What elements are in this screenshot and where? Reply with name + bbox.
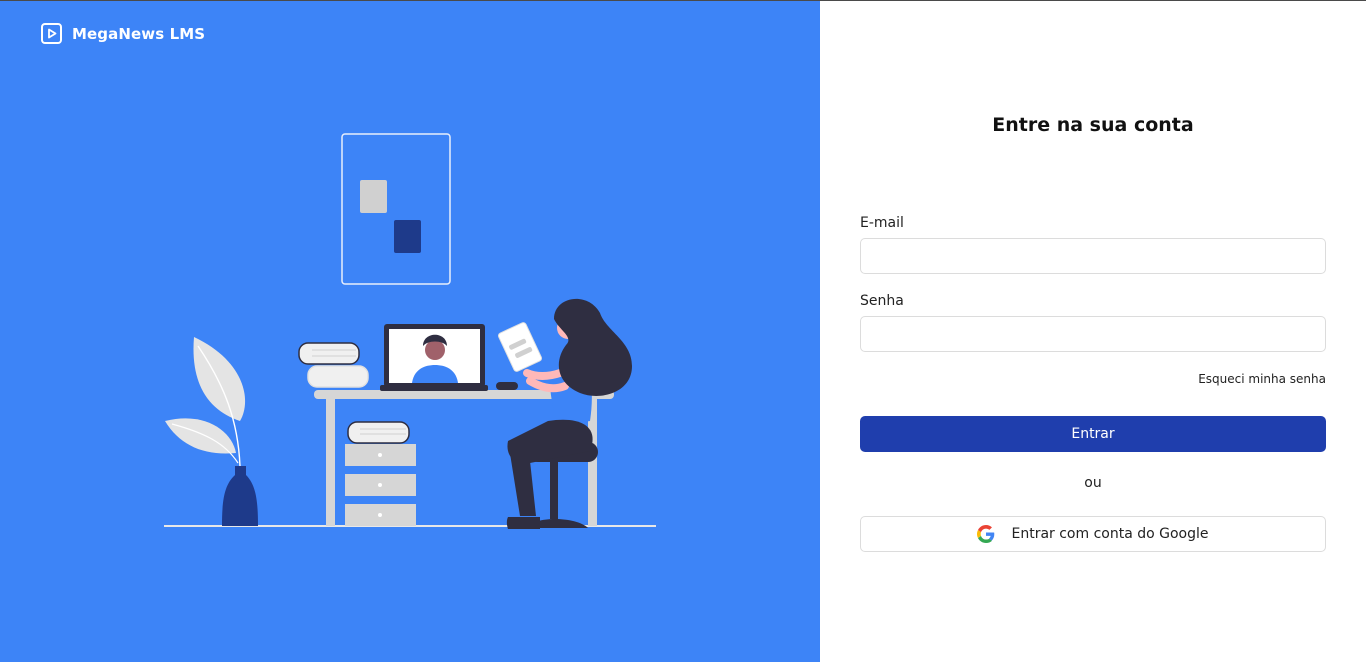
login-panel: Entre na sua conta E-mail Senha Esqueci … — [820, 1, 1366, 662]
hero-panel: MegaNews LMS — [0, 1, 820, 662]
play-square-icon — [41, 23, 62, 44]
forgot-password-link[interactable]: Esqueci minha senha — [1198, 372, 1326, 386]
google-login-label: Entrar com conta do Google — [1011, 526, 1209, 542]
or-divider-text: ou — [1084, 475, 1102, 491]
password-field[interactable] — [860, 316, 1326, 352]
google-login-button[interactable]: Entrar com conta do Google — [860, 516, 1326, 552]
login-button[interactable]: Entrar — [860, 416, 1326, 452]
password-label: Senha — [860, 293, 904, 309]
brand[interactable]: MegaNews LMS — [41, 23, 205, 44]
email-field[interactable] — [860, 238, 1326, 274]
brand-name: MegaNews LMS — [72, 24, 206, 43]
online-learning-illustration — [164, 133, 656, 529]
login-title: Entre na sua conta — [992, 114, 1194, 136]
google-g-icon — [977, 525, 995, 543]
email-label: E-mail — [860, 215, 904, 231]
